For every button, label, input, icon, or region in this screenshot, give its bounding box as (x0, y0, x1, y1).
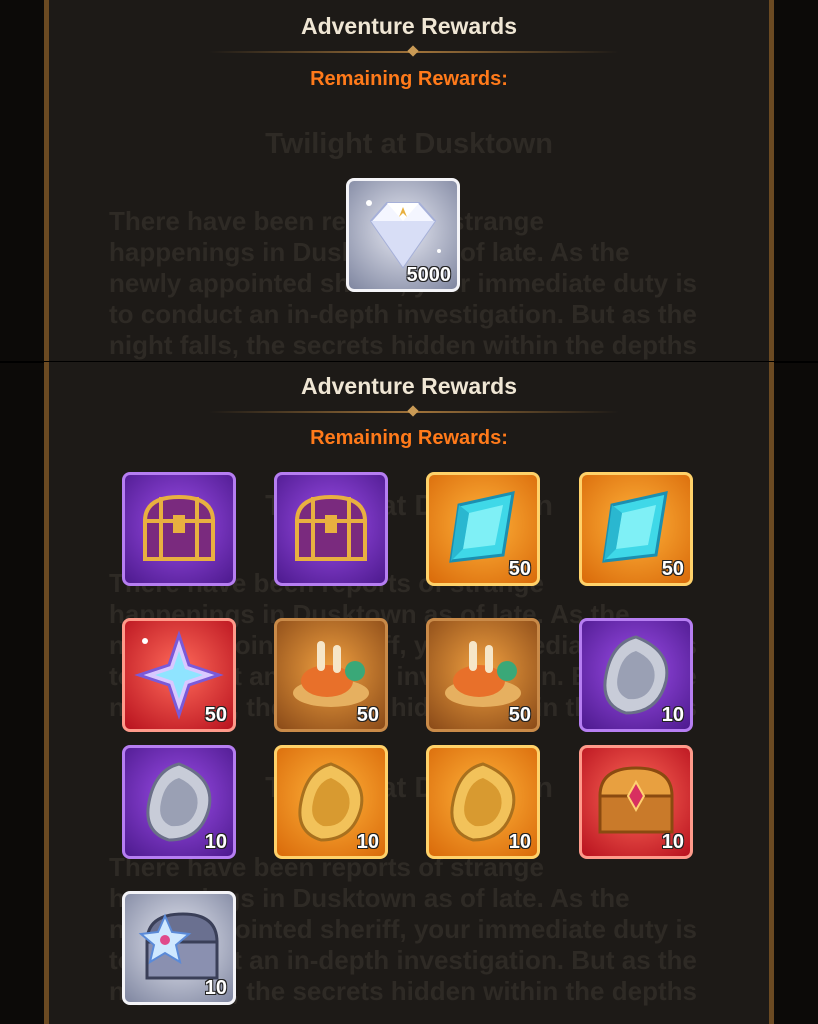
reward-quantity: 10 (661, 831, 684, 853)
rewards-panel-bottom: Twilight at Dusktown Twilight at Dusktow… (44, 362, 774, 1024)
reward-quantity: 50 (508, 704, 531, 726)
reward-tile-silver-coin[interactable]: 10 (579, 618, 693, 732)
reward-tile-purple-chest[interactable] (122, 472, 236, 586)
purple-treasure-chest-icon (294, 494, 368, 561)
reward-tile-diamond[interactable]: 5000 (346, 178, 460, 292)
rewards-panel-top: Twilight at Dusktown There have been rep… (44, 0, 774, 362)
reward-tile-prism-shard[interactable]: 50 (122, 618, 236, 732)
background-heading: Twilight at Dusktown (265, 128, 553, 160)
reward-tile-crystal[interactable]: 50 (426, 472, 540, 586)
reward-tile-crystal[interactable]: 50 (579, 472, 693, 586)
panel-title: Adventure Rewards (300, 373, 517, 399)
reward-tile-food[interactable]: 50 (274, 618, 388, 732)
ornate-divider (209, 45, 619, 57)
panel-title: Adventure Rewards (300, 13, 517, 39)
reward-quantity: 50 (204, 704, 227, 726)
reward-quantity: 50 (508, 558, 531, 580)
reward-quantity: 10 (508, 831, 531, 853)
remaining-rewards-label: Remaining Rewards: (310, 68, 508, 90)
reward-tile-gold-coin[interactable]: 10 (274, 745, 388, 859)
reward-tile-gold-coin[interactable]: 10 (426, 745, 540, 859)
reward-quantity: 5000 (406, 264, 452, 286)
reward-quantity: 10 (661, 704, 684, 726)
reward-tile-silver-coin[interactable]: 10 (122, 745, 236, 859)
reward-tile-purple-chest[interactable] (274, 472, 388, 586)
reward-quantity: 50 (356, 704, 379, 726)
reward-quantity: 50 (661, 558, 684, 580)
reward-tile-food[interactable]: 50 (426, 618, 540, 732)
reward-quantity: 10 (204, 831, 227, 853)
purple-treasure-chest-icon (142, 494, 216, 561)
reward-tile-silver-chest[interactable]: 10 (122, 891, 236, 1005)
reward-quantity: 10 (356, 831, 379, 853)
reward-tile-golden-chest[interactable]: 10 (579, 745, 693, 859)
ornate-divider (209, 405, 619, 417)
reward-quantity: 10 (204, 977, 227, 999)
remaining-rewards-label: Remaining Rewards: (310, 427, 508, 449)
